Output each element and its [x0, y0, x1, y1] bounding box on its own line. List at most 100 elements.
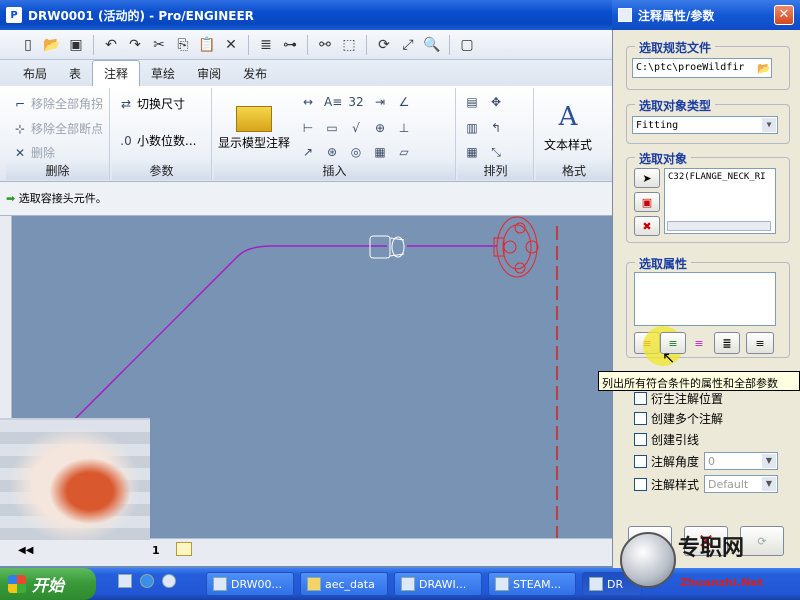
remove-all-corners-button[interactable]: ⌐ 移除全部角拐	[12, 95, 103, 112]
list-magenta-icon: ≡	[694, 336, 704, 350]
clean-dims-icon[interactable]: ▥	[464, 120, 480, 136]
taskbar-item-aec-data[interactable]: aec_data	[300, 572, 388, 596]
select-pointer-button[interactable]: ➤	[634, 168, 660, 188]
note-style-checkbox[interactable]: 注解样式	[634, 476, 699, 493]
chevron-down-icon: ▼	[762, 118, 776, 132]
attribute-list[interactable]	[634, 272, 776, 326]
grid-icon[interactable]: ▦	[464, 144, 480, 160]
ordinate-dim-icon[interactable]: ⊢	[300, 120, 316, 136]
select-box-icon[interactable]: ⬚	[339, 35, 359, 55]
selected-object-item[interactable]: C32(FLANGE_NECK_RI	[668, 172, 766, 182]
move-icon[interactable]: ✥	[488, 94, 504, 110]
paste-icon[interactable]: 📋	[197, 35, 217, 55]
tab-annotate[interactable]: 注释	[92, 60, 141, 86]
spec-file-input[interactable]: C:\ptc\proeWildfir	[632, 58, 772, 78]
message-bar: ➡ 选取容接头元件。	[0, 182, 612, 216]
remove-object-button[interactable]: ✖	[634, 216, 660, 236]
object-type-select[interactable]: Fitting ▼	[632, 116, 778, 134]
copy-icon[interactable]: ⎘	[173, 35, 193, 55]
window-icon	[589, 577, 603, 591]
gtol-icon[interactable]: ▭	[324, 120, 340, 136]
redo-icon[interactable]: ↷	[125, 35, 145, 55]
tree-icon[interactable]: ⊶	[280, 35, 300, 55]
first-sheet-icon[interactable]: ◀◀	[18, 545, 33, 556]
create-multiple-checkbox[interactable]: 创建多个注解	[634, 410, 723, 427]
decimal-places-button[interactable]: .0 小数位数...	[118, 132, 196, 149]
ordinate-icon[interactable]: 32	[348, 94, 364, 110]
tab-review[interactable]: 审阅	[186, 61, 232, 86]
remove-select-icon: ✖	[642, 219, 652, 233]
proe-window-icon	[213, 577, 227, 591]
break-line-icon[interactable]: ⤡	[488, 144, 504, 160]
toggle-dimension-button[interactable]: ⇄ 切换尺寸	[118, 95, 185, 112]
new-sheet-icon[interactable]	[176, 542, 192, 556]
tab-layout[interactable]: 布局	[12, 61, 58, 86]
checkbox-box[interactable]	[634, 433, 647, 446]
add-object-button[interactable]: ▣	[634, 192, 660, 212]
arrange-row-1: ▤ ✥	[464, 94, 504, 110]
align-icon[interactable]: ▤	[464, 94, 480, 110]
start-button[interactable]: 开始	[0, 568, 96, 600]
symbol-icon[interactable]: ⊕	[372, 120, 388, 136]
close-icon[interactable]: ✕	[774, 5, 794, 25]
checkbox-box[interactable]	[634, 392, 647, 405]
flip-arrows-icon[interactable]: ↰	[488, 120, 504, 136]
tab-sketch[interactable]: 草绘	[140, 61, 186, 86]
datum-icon[interactable]: ⊥	[396, 120, 412, 136]
checkbox-box[interactable]	[634, 412, 647, 425]
dimension-icon[interactable]: ↔	[300, 94, 316, 110]
taskbar-item-drw[interactable]: DRW00...	[206, 572, 294, 596]
ie-browser-icon[interactable]	[140, 574, 154, 588]
sheet-tab[interactable]: 1	[152, 544, 160, 557]
remove-all-breaks-button[interactable]: ⊹ 移除全部断点	[12, 120, 103, 137]
note-angle-select[interactable]: 0 ▼	[704, 452, 778, 470]
app-launch-icon[interactable]	[162, 574, 176, 588]
checkbox-box[interactable]	[634, 478, 647, 491]
new-file-icon[interactable]: ▯	[18, 35, 38, 55]
open-folder-icon[interactable]: 📂	[42, 35, 62, 55]
regenerate-icon[interactable]: ⟳	[374, 35, 394, 55]
surface-finish-icon[interactable]: √	[348, 120, 364, 136]
leader-icon[interactable]: ↗	[300, 144, 316, 160]
list-attrs-button-5[interactable]: ≡	[746, 332, 774, 354]
layers-icon[interactable]: ≣	[256, 35, 276, 55]
save-icon[interactable]: ▣	[66, 35, 86, 55]
checkbox-box[interactable]	[634, 455, 647, 468]
refit-icon[interactable]: ⤢	[398, 35, 418, 55]
taskbar-item-drawi[interactable]: DRAWI...	[394, 572, 482, 596]
tab-publish[interactable]: 发布	[232, 61, 278, 86]
text-style-label: 文本样式	[544, 138, 593, 152]
delete-x-icon[interactable]: ✕	[221, 35, 241, 55]
derive-position-label: 衍生注解位置	[651, 392, 724, 406]
delete-button[interactable]: ✕ 删除	[12, 144, 55, 161]
selected-objects-list[interactable]: C32(FLANGE_NECK_RI	[664, 168, 776, 234]
undo-icon[interactable]: ↶	[101, 35, 121, 55]
show-model-annotations-button[interactable]: 显示模型注释	[218, 106, 290, 151]
balloon-icon[interactable]: ◎	[348, 144, 364, 160]
angle-icon[interactable]: ∠	[396, 94, 412, 110]
message-text: 选取容接头元件。	[18, 192, 107, 205]
hatch-icon[interactable]: ▱	[396, 144, 412, 160]
binoculars-icon[interactable]: ⚯	[315, 35, 335, 55]
create-leader-checkbox[interactable]: 创建引线	[634, 431, 699, 448]
display-style-icon[interactable]: ▢	[457, 35, 477, 55]
note-icon[interactable]: A≡	[324, 94, 342, 110]
quick-access-toolbar: ▯ 📂 ▣ ↶ ↷ ✂ ⎘ 📋 ✕ ≣ ⊶ ⚯ ⬚ ⟳ ⤢ 🔍 ▢	[0, 30, 612, 60]
taskbar-item-steam[interactable]: STEAM...	[488, 572, 576, 596]
derive-position-checkbox[interactable]: 衍生注解位置	[634, 390, 723, 407]
zoom-icon[interactable]: 🔍	[422, 35, 442, 55]
list-attrs-button-3[interactable]: ≡	[686, 332, 712, 354]
list-attrs-button-4[interactable]: ≣	[714, 332, 740, 354]
params-group: ⇄ 切换尺寸 .0 小数位数... 参数	[112, 88, 212, 180]
ref-dimension-icon[interactable]: ⇥	[372, 94, 388, 110]
note-angle-checkbox[interactable]: 注解角度	[634, 453, 699, 470]
open-folder-icon[interactable]: 📂	[752, 56, 776, 80]
weld-icon[interactable]: ⊛	[324, 144, 340, 160]
note-style-select[interactable]: Default ▼	[704, 475, 778, 493]
cut-icon[interactable]: ✂	[149, 35, 169, 55]
tab-table[interactable]: 表	[58, 61, 92, 86]
table-icon[interactable]: ▦	[372, 144, 388, 160]
show-desktop-icon[interactable]	[118, 574, 132, 588]
horizontal-scrollbar[interactable]	[667, 221, 771, 231]
text-style-button[interactable]: A 文本样式	[544, 102, 592, 153]
